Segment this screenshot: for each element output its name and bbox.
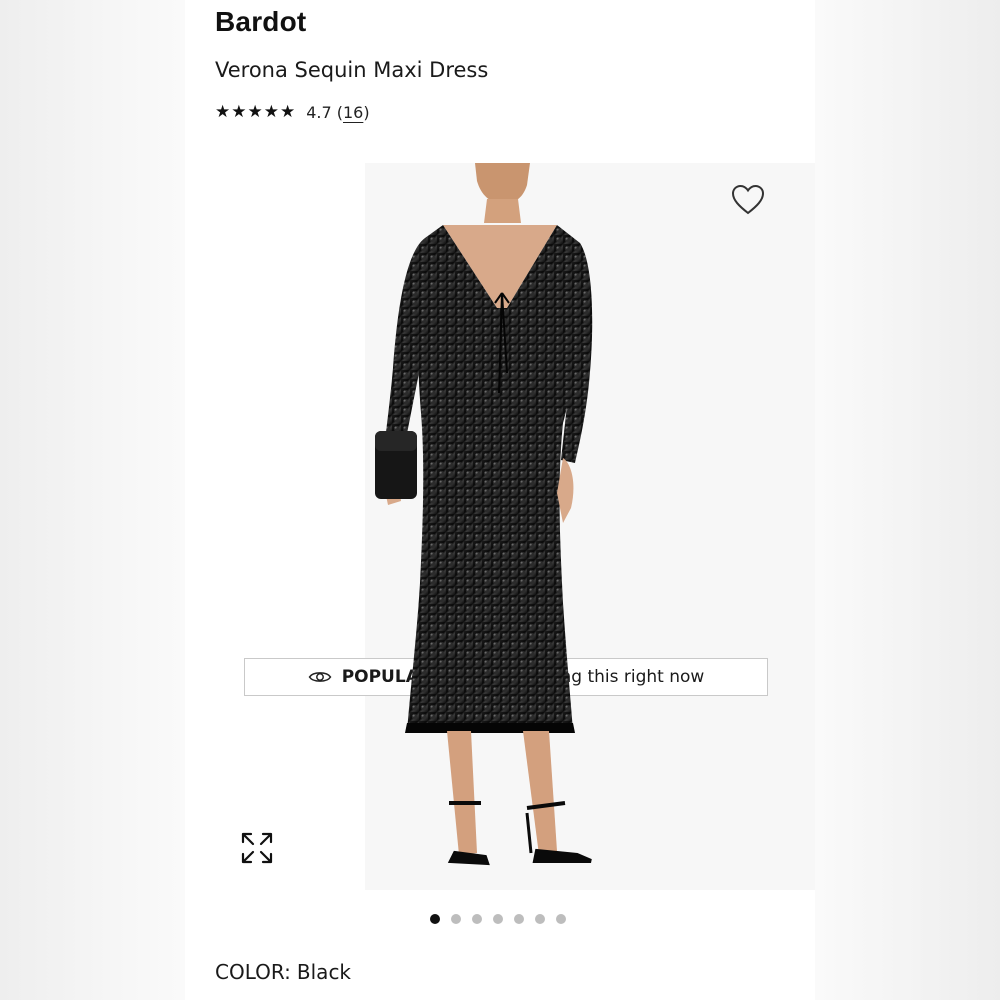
product-image-background[interactable] [365, 163, 815, 890]
brand-name[interactable]: Bardot [215, 6, 306, 38]
color-value: Black [296, 960, 352, 984]
product-title: Verona Sequin Maxi Dress [215, 58, 489, 82]
carousel-dot[interactable] [514, 914, 524, 924]
carousel-dot[interactable] [472, 914, 482, 924]
carousel-dot[interactable] [556, 914, 566, 924]
rating-text: 4.7 (16) [306, 103, 369, 122]
carousel-dot[interactable] [451, 914, 461, 924]
popular-text: 6 people viewing this right now [437, 667, 705, 687]
carousel-dot[interactable] [430, 914, 440, 924]
close-paren: ) [363, 102, 370, 122]
carousel-dot[interactable] [535, 914, 545, 924]
star-rating-icon: ★★★★★ [215, 102, 297, 122]
carousel-dot[interactable] [493, 914, 503, 924]
color-label: COLOR: [215, 960, 291, 984]
popular-banner: POPULAR 6 people viewing this right now [244, 658, 768, 696]
rating-value: 4.7 [306, 102, 332, 122]
rating-summary: ★★★★★ 4.7 (16) [215, 100, 370, 124]
carousel-dots [430, 913, 566, 925]
right-backdrop [815, 0, 1000, 1000]
color-selector: COLOR: Black [215, 960, 351, 984]
popular-label: POPULAR [341, 667, 432, 687]
expand-icon[interactable] [240, 831, 274, 865]
eye-icon [308, 672, 332, 682]
review-count-link[interactable]: 16 [343, 103, 363, 122]
heart-icon[interactable] [731, 184, 765, 216]
product-page: Bardot Verona Sequin Maxi Dress ★★★★★ 4.… [185, 0, 815, 1000]
left-backdrop [0, 0, 185, 1000]
